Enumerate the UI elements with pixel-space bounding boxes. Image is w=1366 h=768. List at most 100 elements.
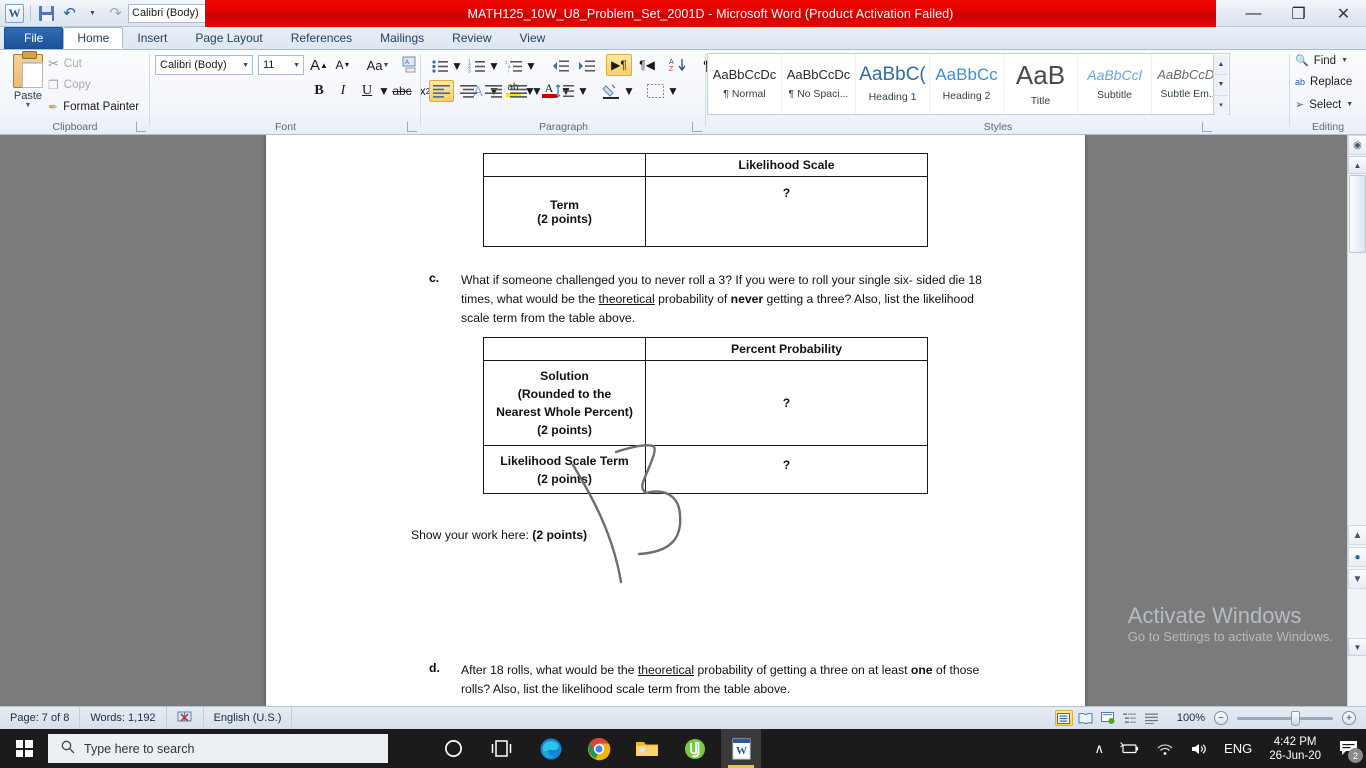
status-proofing[interactable] (167, 706, 204, 730)
font-size-combo[interactable]: 11 ▼ (258, 55, 304, 75)
paste-button[interactable]: Paste ▼ (6, 51, 50, 109)
align-right-icon[interactable] (481, 80, 506, 102)
taskbar-search[interactable]: Type here to search (48, 734, 388, 763)
style-no-spacing[interactable]: AaBbCcDc ¶ No Spaci... (782, 54, 856, 114)
wifi-icon[interactable] (1148, 742, 1182, 756)
zoom-out-button[interactable]: − (1214, 711, 1228, 725)
strikethrough-icon[interactable]: abc (391, 80, 413, 102)
style-title[interactable]: AaB Title (1004, 54, 1078, 114)
rtl-text-direction-icon[interactable]: ¶◀ (634, 54, 660, 76)
outline-icon[interactable] (1121, 710, 1139, 726)
draft-icon[interactable] (1143, 710, 1161, 726)
utorrent-icon[interactable] (675, 729, 715, 768)
status-page[interactable]: Page: 7 of 8 (0, 706, 81, 730)
battery-icon[interactable] (1112, 742, 1148, 755)
font-family-combo[interactable]: Calibri (Body) ▼ (155, 55, 253, 75)
previous-page-icon[interactable]: ▲ (1348, 525, 1366, 545)
multilevel-dropdown-icon[interactable]: ▼ (525, 55, 537, 76)
clipboard-dialog-launcher[interactable] (136, 122, 146, 132)
percent-probability-table[interactable]: Percent Probability Solution (Rounded to… (483, 337, 928, 494)
scroll-down-icon[interactable]: ▼ (1348, 638, 1366, 656)
gallery-scroll-down-icon[interactable]: ▼ (1214, 75, 1228, 96)
start-button[interactable] (0, 729, 48, 768)
grow-font-icon[interactable]: A ▲ (308, 55, 330, 75)
row-value-likelihood-term[interactable]: ? (645, 445, 928, 494)
tab-review[interactable]: Review (438, 27, 505, 49)
document-canvas[interactable]: Likelihood Scale Term (2 points) ? c. Wh… (0, 135, 1347, 706)
paragraph-dialog-launcher[interactable] (692, 122, 702, 132)
scroll-thumb[interactable] (1349, 175, 1366, 253)
microsoft-edge-icon[interactable] (531, 729, 571, 768)
volume-icon[interactable] (1182, 742, 1216, 756)
browse-object-icon[interactable]: ● (1348, 547, 1366, 567)
close-button[interactable]: ✕ (1321, 0, 1366, 27)
full-screen-reading-icon[interactable] (1077, 710, 1095, 726)
copy-button[interactable]: ❐ Copy (48, 78, 91, 92)
numbering-dropdown-icon[interactable]: ▼ (488, 55, 500, 76)
undo-dropdown-icon[interactable]: ▼ (82, 3, 103, 23)
save-icon[interactable] (36, 3, 57, 23)
scroll-up-icon[interactable]: ▲ (1348, 156, 1366, 174)
undo-icon[interactable]: ↶ (59, 3, 80, 23)
format-painter-button[interactable]: ✒ Format Painter (48, 100, 139, 114)
align-left-icon[interactable] (429, 80, 454, 102)
font-dialog-launcher[interactable] (407, 122, 417, 132)
bullets-dropdown-icon[interactable]: ▼ (451, 55, 463, 76)
minimize-button[interactable]: — (1231, 0, 1276, 27)
restore-button[interactable]: ❐ (1276, 0, 1321, 27)
borders-dropdown-icon[interactable]: ▼ (667, 80, 679, 102)
tab-references[interactable]: References (277, 27, 366, 49)
print-layout-icon[interactable] (1054, 710, 1073, 726)
tray-chevron-icon[interactable]: ∧ (1087, 741, 1113, 757)
bullets-icon[interactable] (429, 55, 451, 76)
multilevel-list-icon[interactable]: 1ai (503, 55, 525, 76)
line-spacing-dropdown-icon[interactable]: ▼ (577, 80, 589, 102)
select-button[interactable]: ➢ Select ▼ (1295, 98, 1353, 112)
underline-icon[interactable]: U (356, 80, 378, 102)
zoom-slider[interactable] (1237, 710, 1333, 726)
bold-icon[interactable]: B (308, 80, 330, 102)
select-browse-object-icon[interactable]: ◉ (1348, 135, 1366, 155)
italic-icon[interactable]: I (332, 80, 354, 102)
row-value-term[interactable]: ? (645, 176, 928, 247)
status-language[interactable]: English (U.S.) (204, 706, 293, 730)
cut-button[interactable]: ✂ Cut (48, 56, 82, 72)
tab-home[interactable]: Home (63, 27, 124, 49)
line-spacing-icon[interactable] (551, 80, 577, 102)
next-page-icon[interactable]: ▼ (1348, 569, 1366, 589)
style-subtitle[interactable]: AaBbCcl Subtitle (1078, 54, 1152, 114)
likelihood-scale-table[interactable]: Likelihood Scale Term (2 points) ? (483, 153, 928, 247)
align-center-icon[interactable] (456, 80, 481, 102)
style-normal[interactable]: AaBbCcDc ¶ Normal (708, 54, 782, 114)
document-page[interactable]: Likelihood Scale Term (2 points) ? c. Wh… (266, 135, 1085, 706)
cortana-icon[interactable] (433, 729, 473, 768)
action-center-button[interactable]: 2 (1330, 729, 1366, 768)
styles-gallery-scrollbar[interactable]: ▲ ▼ ▾ (1213, 55, 1228, 115)
tab-mailings[interactable]: Mailings (366, 27, 438, 49)
underline-dropdown-icon[interactable]: ▼ (378, 80, 390, 102)
task-view-icon[interactable] (481, 729, 521, 768)
find-dropdown-icon[interactable]: ▼ (1341, 57, 1348, 64)
find-button[interactable]: 🔍 Find ▼ (1295, 54, 1348, 68)
microsoft-word-icon[interactable]: W (721, 729, 761, 768)
tab-file[interactable]: File (4, 27, 64, 49)
redo-icon[interactable]: ↷ (105, 3, 126, 23)
borders-icon[interactable] (643, 80, 667, 102)
paste-dropdown-icon[interactable]: ▼ (6, 102, 50, 109)
shading-icon[interactable] (599, 80, 623, 102)
style-heading-1[interactable]: AaBbC( Heading 1 (856, 54, 930, 114)
justify-icon[interactable] (506, 80, 531, 102)
numbering-icon[interactable]: 123 (466, 55, 488, 76)
web-layout-icon[interactable] (1099, 710, 1117, 726)
taskbar-clock[interactable]: 4:42 PM 26-Jun-20 (1260, 735, 1330, 763)
decrease-indent-icon[interactable] (548, 55, 572, 76)
zoom-level[interactable]: 100% (1177, 712, 1205, 724)
shrink-font-icon[interactable]: A ▼ (332, 55, 354, 75)
vertical-scrollbar[interactable]: ◉ ▲ ▲ ● ▼ ▼ (1347, 135, 1366, 706)
gallery-more-icon[interactable]: ▾ (1214, 96, 1228, 115)
tray-language[interactable]: ENG (1216, 741, 1260, 756)
justify-dropdown-icon[interactable]: ▼ (531, 80, 543, 102)
row-value-solution[interactable]: ? (645, 360, 928, 446)
tab-page-layout[interactable]: Page Layout (181, 27, 276, 49)
tab-insert[interactable]: Insert (123, 27, 181, 49)
